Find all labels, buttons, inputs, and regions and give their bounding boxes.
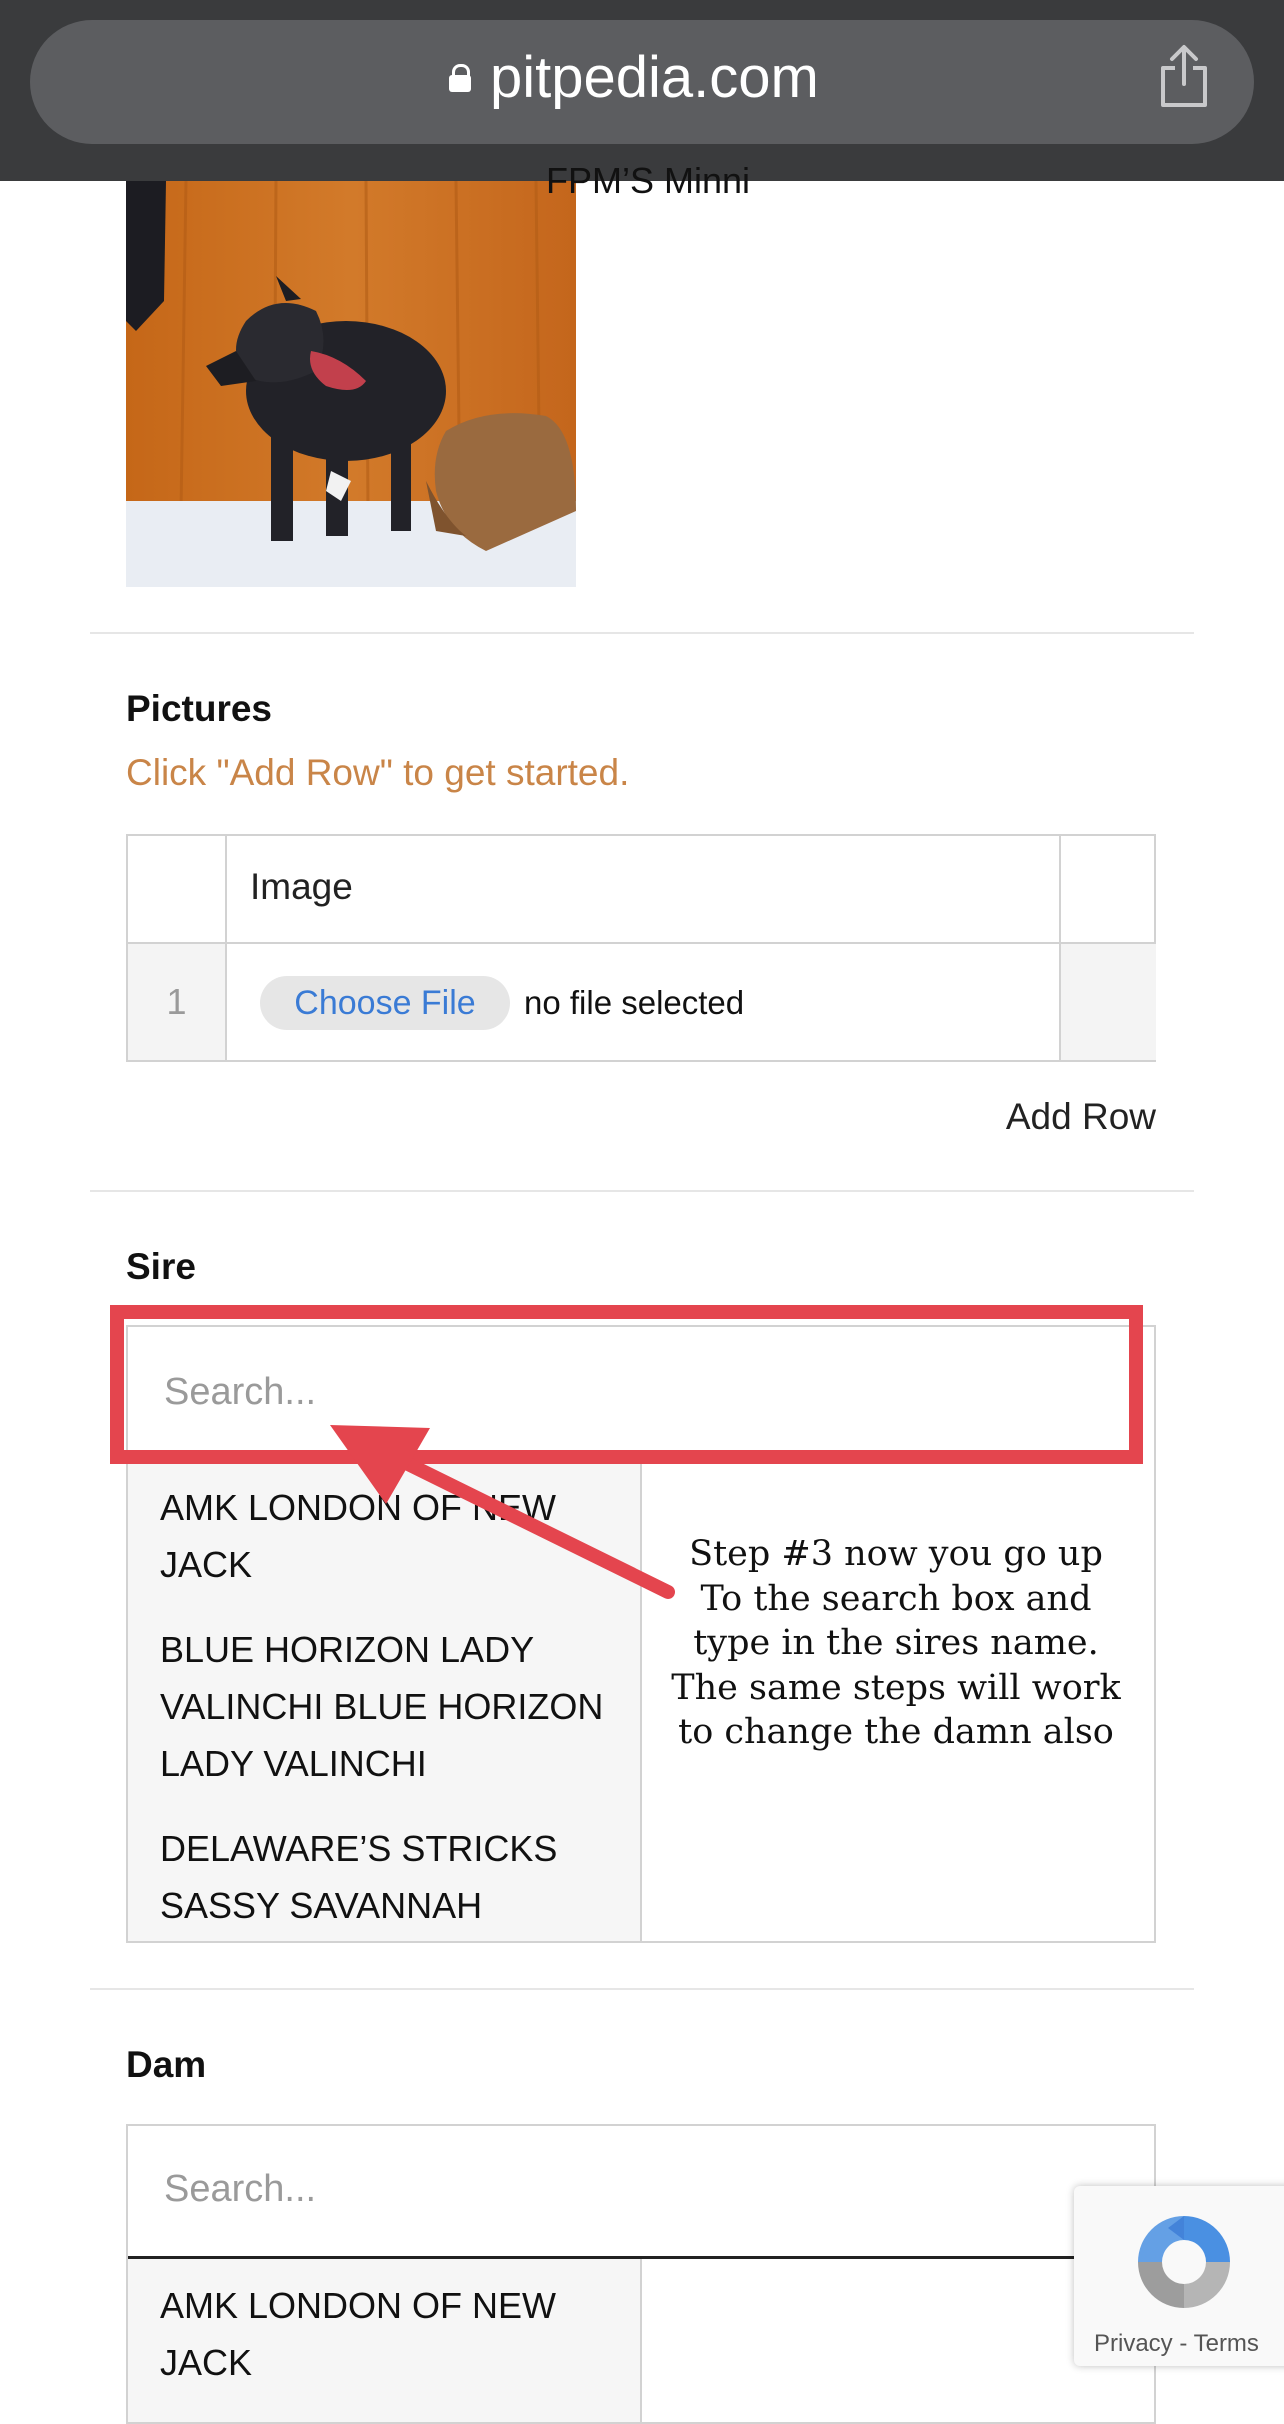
- section-divider: [90, 1190, 1194, 1192]
- list-item[interactable]: AMK LONDON OF NEW JACK: [128, 2259, 640, 2401]
- annotation-highlight-box: [110, 1305, 1143, 1464]
- annotation-text: Step #3 now you go up To the search box …: [671, 1534, 1121, 1752]
- link-separator: -: [1172, 2330, 1194, 2357]
- lock-icon: [449, 64, 471, 92]
- browser-toolbar: pitpedia.com: [0, 0, 1284, 181]
- row-number: 1: [166, 981, 187, 1022]
- recaptcha-links: Privacy - Terms: [1094, 2330, 1259, 2358]
- list-item[interactable]: AMK LONDON OF NEW JACK: [128, 1459, 640, 1603]
- pictures-table: Image 1 Choose File no file selected: [126, 834, 1156, 1062]
- terms-link[interactable]: Terms: [1194, 2330, 1259, 2357]
- list-item[interactable]: BLUE HORIZON LADY VALINCHI BLUE HORIZON …: [128, 1603, 640, 1802]
- recaptcha-badge[interactable]: Privacy - Terms: [1074, 2186, 1284, 2366]
- choose-file-button[interactable]: Choose File: [260, 976, 510, 1030]
- dam-search-placeholder[interactable]: Search...: [164, 2168, 316, 2211]
- dam-selected-item[interactable]: FPM’S Minni: [546, 160, 750, 202]
- sire-label: Sire: [126, 1246, 196, 1287]
- add-row-button[interactable]: Add Row: [1006, 1096, 1156, 1138]
- section-divider: [90, 632, 1194, 634]
- file-status: no file selected: [524, 984, 745, 1021]
- privacy-link[interactable]: Privacy: [1094, 2330, 1173, 2357]
- sire-options-list[interactable]: AMK LONDON OF NEW JACK BLUE HORIZON LADY…: [128, 1459, 642, 1941]
- dam-options-list[interactable]: AMK LONDON OF NEW JACK: [128, 2259, 642, 2422]
- share-icon[interactable]: [1158, 44, 1210, 108]
- list-item[interactable]: DELAWARE’S STRICKS SASSY SAVANNAH: [128, 1802, 640, 1941]
- url-text[interactable]: pitpedia.com: [490, 44, 819, 111]
- pictures-hint: Click "Add Row" to get started.: [126, 752, 630, 793]
- recaptcha-icon: [1138, 2216, 1230, 2308]
- image-column-header: Image: [250, 866, 353, 907]
- section-divider: [90, 1988, 1194, 1990]
- dam-selector: Search... AMK LONDON OF NEW JACK: [126, 2124, 1156, 2424]
- dog-photo: [126, 181, 576, 587]
- dam-label: Dam: [126, 2044, 207, 2085]
- pictures-label: Pictures: [126, 688, 273, 729]
